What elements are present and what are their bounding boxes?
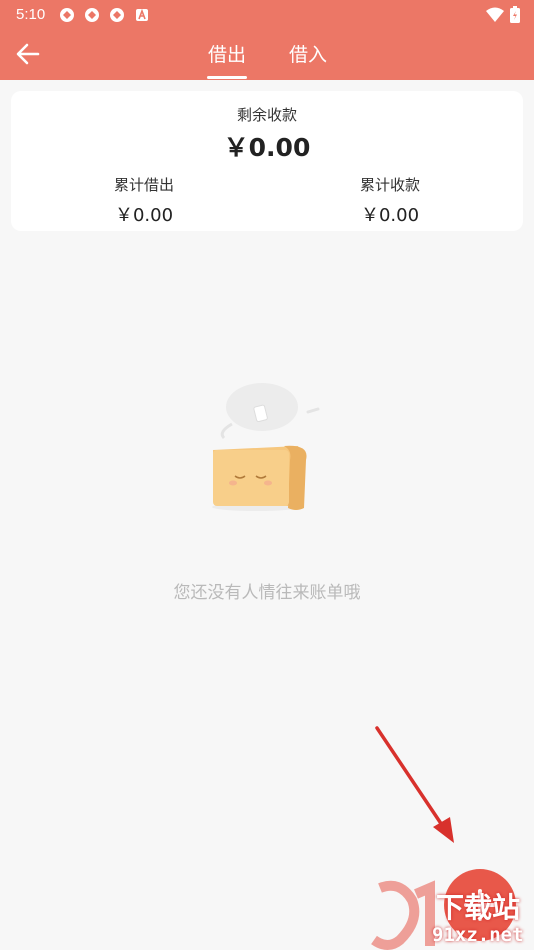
total-received: 累计收款 ￥0.00 (300, 174, 480, 227)
wifi-icon (486, 7, 504, 28)
battery-icon (510, 6, 520, 28)
active-tab-indicator (207, 76, 247, 79)
arrow-left-icon (16, 43, 40, 65)
total-lent: 累计借出 ￥0.00 (54, 174, 234, 227)
empty-state-message: 您还没有人情往来账单哦 (173, 583, 361, 603)
sync-icon (83, 6, 100, 23)
watermark-url: 91xz.net (432, 924, 524, 946)
app-bar: 借出 借入 (0, 28, 534, 80)
sync-icon (108, 6, 125, 23)
tab-lent[interactable]: 借出 (208, 40, 246, 80)
app-a-icon (133, 6, 150, 23)
empty-box-illustration (212, 383, 320, 511)
total-received-label: 累计收款 (359, 176, 420, 194)
annotation-arrow-icon (375, 726, 454, 843)
total-received-value: ￥0.00 (360, 205, 420, 226)
total-lent-label: 累计借出 (113, 176, 174, 194)
remaining-label: 剩余收款 (236, 106, 297, 124)
remaining-value: ￥0.00 (223, 133, 311, 162)
total-lent-value: ￥0.00 (114, 205, 174, 226)
tab-borrowed[interactable]: 借入 (289, 40, 327, 80)
summary-card: 剩余收款 ￥0.00 累计借出 ￥0.00 累计收款 ￥0.00 (11, 91, 523, 231)
sync-icon (58, 6, 75, 23)
watermark-text: 下载站 (436, 891, 521, 924)
back-button[interactable] (14, 40, 42, 68)
status-time: 5:10 (16, 6, 46, 23)
notification-icons (58, 6, 150, 23)
status-bar: 5:10 (0, 0, 534, 28)
